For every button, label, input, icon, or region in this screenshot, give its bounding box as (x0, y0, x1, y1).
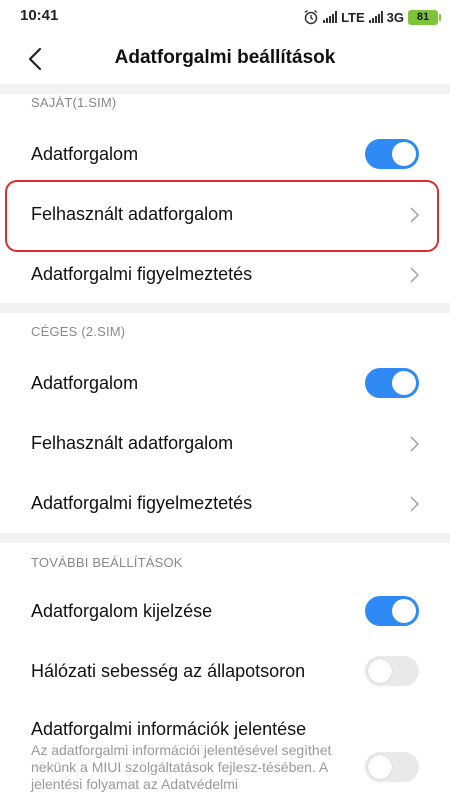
report-toggle[interactable] (365, 752, 419, 782)
chevron-right-icon (410, 436, 420, 452)
show-usage-toggle[interactable] (365, 596, 419, 626)
page-title: Adatforgalmi beállítások (114, 47, 336, 68)
network-speed-toggle[interactable] (365, 656, 419, 686)
highlight-box (5, 180, 439, 252)
row-label: Adatforgalmi figyelmeztetés (31, 493, 253, 513)
row-label: Adatforgalom (31, 373, 139, 393)
report-description: Az adatforgalmi információi jelentésével… (31, 742, 332, 792)
status-time: 10:41 (20, 7, 59, 24)
network-type-2: 3G (386, 9, 404, 25)
row-label: Adatforgalmi információk jelentése (31, 719, 307, 739)
row-label: Felhasznált adatforgalom (31, 433, 234, 453)
section-divider (0, 533, 450, 543)
sim1-data-toggle[interactable] (365, 139, 419, 169)
section-label-sim2: CÉGES (2.SIM) (31, 324, 126, 339)
signal-icon (323, 11, 338, 23)
header: Adatforgalmi beállítások (0, 34, 450, 84)
row-label: Adatforgalmi figyelmeztetés (31, 264, 253, 284)
section-label-more: TOVÁBBI BEÁLLÍTÁSOK (31, 555, 183, 570)
section-label-sim1: SAJÁT(1.SIM) (31, 95, 117, 110)
row-label: Adatforgalom (31, 144, 139, 164)
battery-icon: 81 (408, 9, 441, 25)
chevron-right-icon (410, 267, 420, 283)
sim2-data-toggle[interactable] (365, 368, 419, 398)
row-label: Hálózati sebesség az állapotsoron (31, 661, 306, 681)
row-label: Adatforgalom kijelzése (31, 601, 213, 621)
alarm-icon (304, 9, 318, 25)
chevron-right-icon (410, 496, 420, 512)
section-divider (0, 303, 450, 313)
battery-level: 81 (416, 11, 430, 23)
signal-icon (368, 11, 383, 23)
status-bar: 10:41 LTE 3G 81 (0, 0, 450, 34)
section-divider (0, 84, 450, 94)
status-icons: LTE 3G 81 (303, 6, 441, 28)
network-type-1: LTE (341, 9, 365, 25)
